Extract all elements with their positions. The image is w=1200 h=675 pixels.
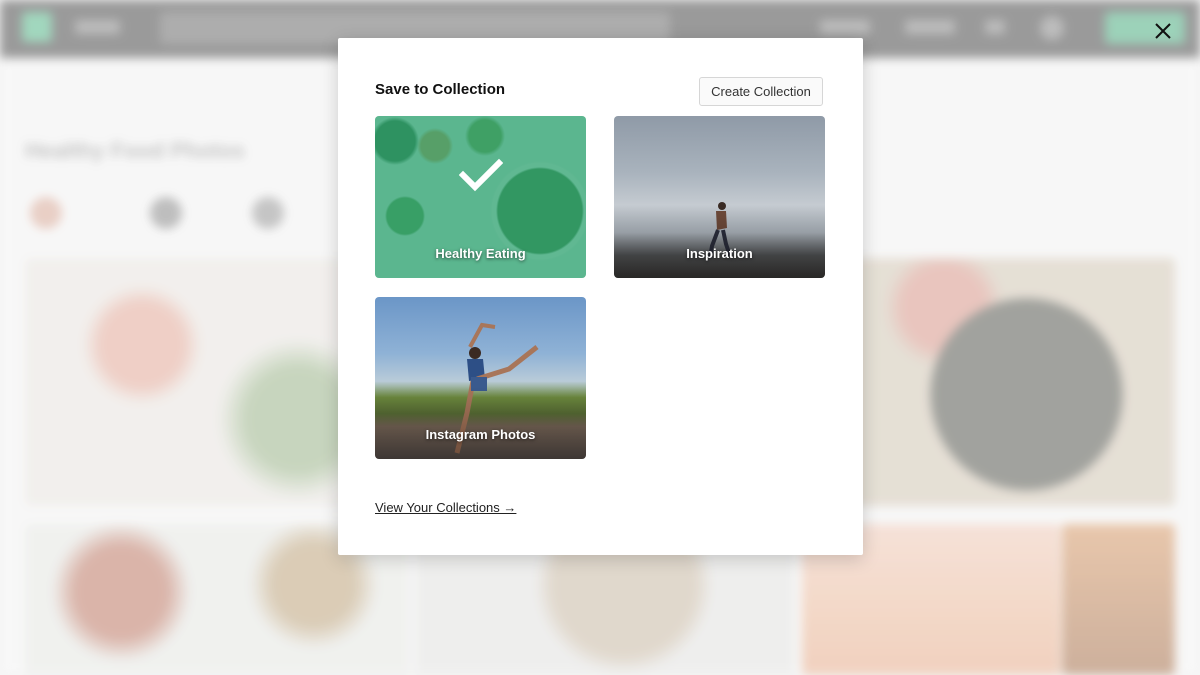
collection-card-inspiration[interactable]: Inspiration — [614, 116, 825, 278]
collection-card-instagram-photos[interactable]: Instagram Photos — [375, 297, 586, 459]
collection-card-healthy-eating[interactable]: Healthy Eating — [375, 116, 586, 278]
collection-label: Inspiration — [686, 246, 753, 261]
collection-label: Healthy Eating — [435, 246, 526, 261]
view-collections-link[interactable]: View Your Collections → — [375, 500, 516, 515]
collection-label: Instagram Photos — [425, 427, 536, 442]
save-to-collection-modal: Save to Collection Create Collection Hea… — [338, 38, 863, 555]
modal-title: Save to Collection — [375, 81, 506, 98]
close-icon[interactable] — [1152, 20, 1174, 42]
create-collection-button[interactable]: Create Collection — [699, 77, 823, 106]
check-icon — [459, 158, 503, 192]
close-icon-glyph — [1155, 23, 1171, 39]
